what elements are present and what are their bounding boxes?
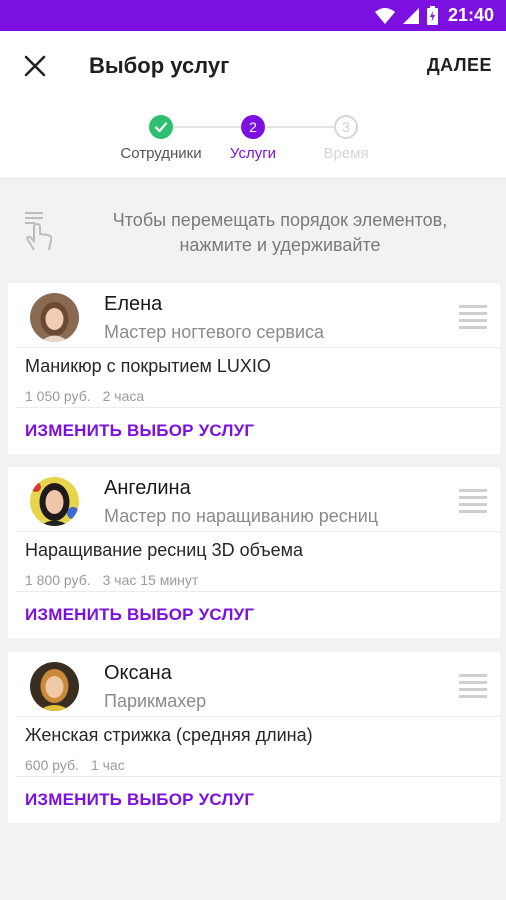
drag-handle-icon[interactable]: [459, 489, 487, 517]
service-meta: 1 050 руб. 2 часа: [25, 388, 144, 404]
divider: [16, 776, 500, 777]
service-meta: 600 руб. 1 час: [25, 757, 125, 773]
step-label-employees[interactable]: Сотрудники: [120, 145, 201, 162]
signal-icon: [402, 7, 419, 24]
step-label-services[interactable]: Услуги: [230, 145, 276, 162]
page-title: Выбор услуг: [89, 53, 230, 78]
stepper: 2 3 Сотрудники Услуги Время: [0, 101, 506, 179]
close-icon[interactable]: [20, 51, 50, 81]
service-meta: 1 800 руб. 3 час 15 минут: [25, 572, 198, 588]
divider: [16, 407, 500, 408]
service-duration: 2 часа: [102, 388, 145, 404]
service-price: 1 800 руб.: [25, 572, 91, 588]
employee-service-card: Оксана Парикмахер Женская стрижка (средн…: [8, 652, 500, 823]
touch-hold-icon: [25, 212, 53, 251]
avatar: [30, 477, 79, 526]
service-name: Наращивание ресниц 3D объема: [25, 540, 303, 560]
divider: [16, 591, 500, 592]
service-duration: 1 час: [90, 757, 125, 773]
hint-line: нажмите и удерживайте: [179, 235, 381, 255]
reorder-hint-text: Чтобы перемещать порядок элементов, нажм…: [80, 208, 480, 258]
step-number-inactive: 3: [334, 115, 358, 139]
service-name: Маникюр с покрытием LUXIO: [25, 356, 271, 376]
battery-icon: [426, 6, 438, 25]
service-name: Женская стрижка (средняя длина): [25, 725, 313, 745]
employee-name: Елена: [104, 293, 163, 315]
stepper-connector: [173, 126, 241, 128]
step-number-active: 2: [241, 115, 265, 139]
service-duration: 3 час 15 минут: [102, 572, 199, 588]
employee-name: Ангелина: [104, 477, 191, 499]
change-services-button[interactable]: ИЗМЕНИТЬ ВЫБОР УСЛУГ: [25, 421, 254, 441]
divider: [16, 531, 500, 532]
step-label-time: Время: [323, 145, 369, 162]
employee-service-card: Ангелина Мастер по наращиванию ресниц На…: [8, 467, 500, 638]
wifi-icon: [374, 7, 395, 24]
drag-handle-icon[interactable]: [459, 674, 487, 702]
hint-line: Чтобы перемещать порядок элементов,: [112, 210, 448, 230]
status-time: 21:40: [447, 5, 494, 25]
next-button[interactable]: ДАЛЕЕ: [427, 55, 492, 76]
divider: [16, 716, 500, 717]
status-bar: 21:40: [0, 0, 506, 31]
avatar: [30, 293, 79, 342]
app-bar: Выбор услуг ДАЛЕЕ: [0, 31, 506, 101]
employee-name: Оксана: [104, 662, 172, 684]
step-done-check-icon: [149, 115, 173, 139]
employee-role: Мастер ногтевого сервиса: [104, 322, 325, 342]
employee-role: Парикмахер: [104, 691, 207, 711]
reorder-hint: Чтобы перемещать порядок элементов, нажм…: [0, 180, 506, 280]
drag-handle-icon[interactable]: [459, 305, 487, 333]
employee-service-card: Елена Мастер ногтевого сервиса Маникюр с…: [8, 283, 500, 454]
service-price: 600 руб.: [25, 757, 79, 773]
change-services-button[interactable]: ИЗМЕНИТЬ ВЫБОР УСЛУГ: [25, 790, 254, 810]
stepper-connector: [266, 126, 334, 128]
change-services-button[interactable]: ИЗМЕНИТЬ ВЫБОР УСЛУГ: [25, 605, 254, 625]
service-price: 1 050 руб.: [25, 388, 91, 404]
employee-role: Мастер по наращиванию ресниц: [104, 506, 379, 526]
divider: [16, 347, 500, 348]
avatar: [30, 662, 79, 711]
